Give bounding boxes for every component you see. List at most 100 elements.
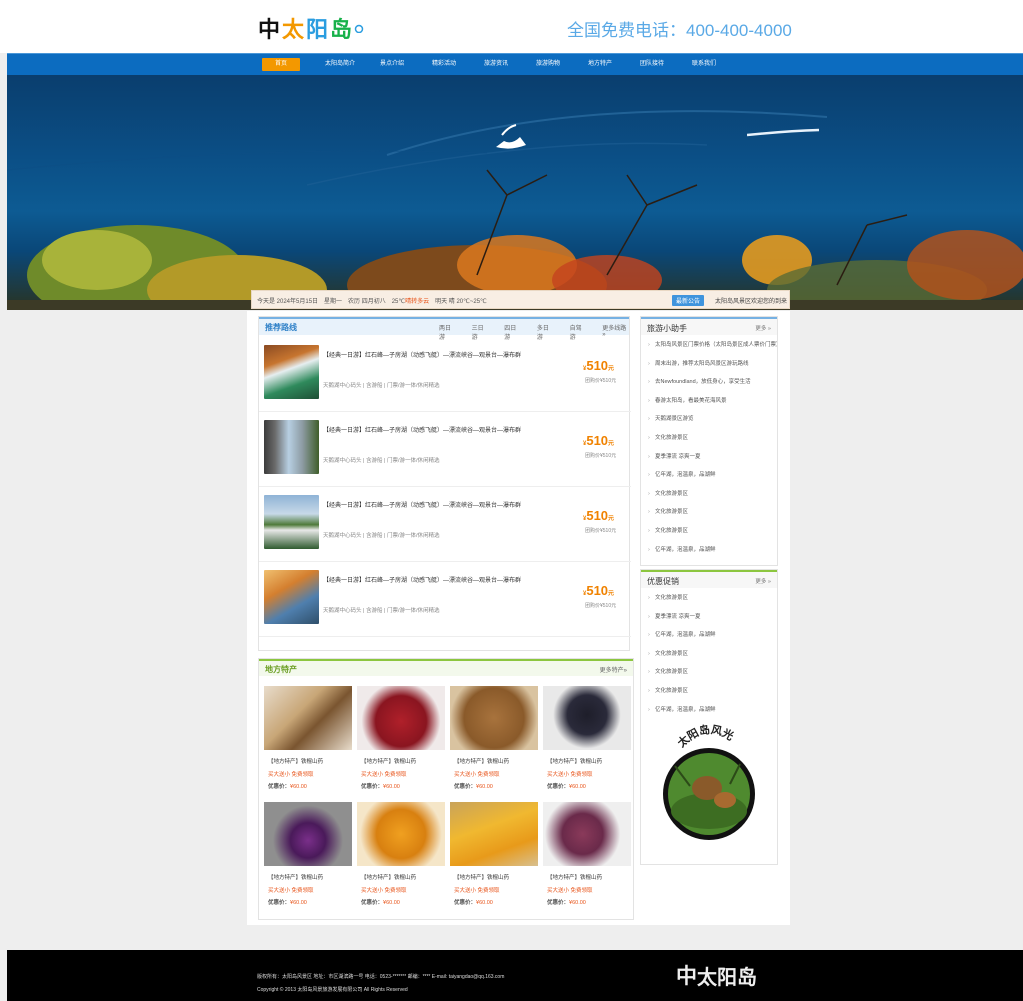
site-logo[interactable]: 中 太阳岛 [258, 8, 364, 48]
product-promo: 买大送小 免费领取 [454, 888, 500, 894]
product-card[interactable]: 【地方特产】铁棍山药 买大送小 免费领取 优惠价：¥60.00 [450, 802, 538, 915]
helper-list-item[interactable]: 文化旅游景区 [648, 507, 777, 526]
footer-logo[interactable]: 中 太阳岛 [676, 960, 757, 990]
route-price: ¥510元 [583, 433, 615, 448]
nav-item[interactable]: 地方特产 [574, 58, 626, 71]
product-price: 优惠价：¥60.00 [547, 900, 586, 906]
product-price: 优惠价：¥60.00 [361, 784, 400, 790]
nav-item[interactable]: 旅游购物 [522, 58, 574, 71]
product-name[interactable]: 【地方特产】铁棍山药 [268, 757, 323, 765]
product-price: 优惠价：¥60.00 [361, 900, 400, 906]
specialties-title: 地方特产 [265, 665, 297, 674]
helper-list-item[interactable]: 春游太阳岛，看最美花海风景 [648, 396, 777, 415]
product-price: 优惠价：¥60.00 [268, 900, 307, 906]
route-title[interactable]: 【经典一日游】红石峰—子房湖（动感飞艇）—漂流峡谷—观景台—瀑布群 [323, 350, 573, 359]
hero-banner [7, 75, 1023, 310]
route-price: ¥510元 [583, 358, 615, 373]
helper-list-item[interactable]: 文化旅游景区 [648, 489, 777, 508]
route-item[interactable]: 【经典一日游】红石峰—子房湖（动感飞艇）—漂流峡谷—观景台—瀑布群 天鹅湖中心码头… [259, 412, 631, 487]
product-card[interactable]: 【地方特产】铁棍山药 买大送小 免费领取 优惠价：¥60.00 [357, 686, 445, 799]
product-card[interactable]: 【地方特产】铁棍山药 买大送小 免费领取 优惠价：¥60.00 [450, 686, 538, 799]
nav-item[interactable]: 太阳岛简介 [314, 58, 366, 71]
route-price-note: 团购价¥510元 [585, 603, 617, 609]
helper-list-item[interactable]: 亿年湖，泡温泉，品湖鲜 [648, 470, 777, 489]
product-promo: 买大送小 免费领取 [454, 772, 500, 778]
route-price: ¥510元 [583, 508, 615, 523]
product-image[interactable] [357, 686, 445, 750]
scenery-seal-image[interactable]: 太阳岛风光 [655, 716, 763, 841]
product-card[interactable]: 【地方特产】铁棍山药 买大送小 免费领取 优惠价：¥60.00 [543, 686, 631, 799]
route-subtitle: 天鹅湖中心码头 | 含游船 | 门票/游一体/休闲精选 [323, 458, 440, 464]
promo-list-item[interactable]: 文化旅游景区 [648, 593, 777, 612]
product-name[interactable]: 【地方特产】铁棍山药 [454, 873, 509, 881]
route-item[interactable]: 【经典一日游】红石峰—子房湖（动感飞艇）—漂流峡谷—观景台—瀑布群 天鹅湖中心码头… [259, 562, 631, 637]
product-name[interactable]: 【地方特产】铁棍山药 [361, 757, 416, 765]
route-item[interactable]: 【经典一日游】红石峰—子房湖（动感飞艇）—漂流峡谷—观景台—瀑布群 天鹅湖中心码头… [259, 337, 631, 412]
nav-item[interactable]: 团队接待 [626, 58, 678, 71]
notice-message[interactable]: 太阳岛风景区欢迎您的到来 [715, 296, 787, 305]
product-card[interactable]: 【地方特产】铁棍山药 买大送小 免费领取 优惠价：¥60.00 [264, 802, 352, 915]
travel-helper: 旅游小助手 更多 » 太阳岛风景区门票价格（太阳岛景区成人票价门票）周末出游，推… [640, 316, 778, 566]
product-card[interactable]: 【地方特产】铁棍山药 买大送小 免费领取 优惠价：¥60.00 [264, 686, 352, 799]
helper-more-link[interactable]: 更多 » [755, 324, 771, 332]
product-image[interactable] [450, 802, 538, 866]
route-item[interactable]: 【经典一日游】红石峰—子房湖（动感飞艇）—漂流峡谷—观景台—瀑布群 天鹅湖中心码头… [259, 487, 631, 562]
product-name[interactable]: 【地方特产】铁棍山药 [268, 873, 323, 881]
route-subtitle: 天鹅湖中心码头 | 含游船 | 门票/游一体/休闲精选 [323, 608, 440, 614]
boat-icon [496, 124, 526, 149]
product-price: 优惠价：¥60.00 [454, 900, 493, 906]
main-content: 推荐路线 两日游 三日游 四日游 多日游 自驾游 更多线路 » 【经典一日游】红石峰—子房… [247, 311, 790, 925]
promo-list-item[interactable]: 文化旅游景区 [648, 667, 777, 686]
product-promo: 买大送小 免费领取 [268, 772, 314, 778]
helper-header: 旅游小助手 更多 » [641, 317, 777, 335]
route-thumbnail[interactable] [264, 495, 319, 549]
product-name[interactable]: 【地方特产】铁棍山药 [454, 757, 509, 765]
route-thumbnail[interactable] [264, 420, 319, 474]
helper-list-item[interactable]: 夏季漂流 凉爽一夏 [648, 452, 777, 471]
route-thumbnail[interactable] [264, 345, 319, 399]
route-title[interactable]: 【经典一日游】红石峰—子房湖（动感飞艇）—漂流峡谷—观景台—瀑布群 [323, 500, 573, 509]
route-title[interactable]: 【经典一日游】红石峰—子房湖（动感飞艇）—漂流峡谷—观景台—瀑布群 [323, 425, 573, 434]
promo-list-item[interactable]: 文化旅游景区 [648, 649, 777, 668]
route-thumbnail[interactable] [264, 570, 319, 624]
helper-list-item[interactable]: 周末出游，推荐太阳岛风景区游玩路线 [648, 359, 777, 378]
nav-item[interactable]: 首页 [262, 58, 300, 71]
route-title[interactable]: 【经典一日游】红石峰—子房湖（动感飞艇）—漂流峡谷—观景台—瀑布群 [323, 575, 573, 584]
promo-list-item[interactable]: 夏季漂流 凉爽一夏 [648, 612, 777, 631]
product-name[interactable]: 【地方特产】铁棍山药 [547, 873, 602, 881]
nav-item[interactable]: 联系我们 [678, 58, 730, 71]
helper-list-item[interactable]: 去Newfoundland，放低身心，享受生活 [648, 377, 777, 396]
promo-list-item[interactable]: 文化旅游景区 [648, 686, 777, 705]
product-image[interactable] [543, 802, 631, 866]
product-name[interactable]: 【地方特产】铁棍山药 [361, 873, 416, 881]
product-image[interactable] [543, 686, 631, 750]
product-price: 优惠价：¥60.00 [547, 784, 586, 790]
product-image[interactable] [264, 686, 352, 750]
route-price-note: 团购价¥510元 [585, 528, 617, 534]
helper-list-item[interactable]: 文化旅游景区 [648, 526, 777, 545]
product-card[interactable]: 【地方特产】铁棍山药 买大送小 免费领取 优惠价：¥60.00 [357, 802, 445, 915]
routes-header: 推荐路线 两日游 三日游 四日游 多日游 自驾游 更多线路 » [259, 317, 629, 341]
promo-list-item[interactable]: 亿年湖，泡温泉，品湖鲜 [648, 630, 777, 649]
nav-item[interactable]: 景点介绍 [366, 58, 418, 71]
product-promo: 买大送小 免费领取 [547, 772, 593, 778]
helper-title: 旅游小助手 [647, 324, 687, 333]
product-name[interactable]: 【地方特产】铁棍山药 [547, 757, 602, 765]
product-image[interactable] [450, 686, 538, 750]
helper-list-item[interactable]: 天鹅湖景区游览 [648, 414, 777, 433]
helper-list-item[interactable]: 文化旅游景区 [648, 433, 777, 452]
promo-header: 优惠促销 更多 » [641, 570, 777, 588]
promo-more-link[interactable]: 更多 » [755, 577, 771, 585]
specialties-more-link[interactable]: 更多特产» [600, 665, 627, 674]
nav-item[interactable]: 精彩活动 [418, 58, 470, 71]
product-image[interactable] [264, 802, 352, 866]
product-card[interactable]: 【地方特产】铁棍山药 买大送小 免费领取 优惠价：¥60.00 [543, 802, 631, 915]
nav-item[interactable]: 旅游资讯 [470, 58, 522, 71]
notice-bar: 今天是 2024年5月15日 星期一 农历 四月初八 25℃晴转多云 明天 晴 … [251, 290, 790, 309]
helper-list-item[interactable]: 太阳岛风景区门票价格（太阳岛景区成人票价门票） [648, 340, 777, 359]
product-image[interactable] [357, 802, 445, 866]
helper-list-item[interactable]: 亿年湖，泡温泉，品湖鲜 [648, 545, 777, 564]
recommended-routes: 推荐路线 两日游 三日游 四日游 多日游 自驾游 更多线路 » 【经典一日游】红石峰—子房… [258, 316, 631, 651]
product-promo: 买大送小 免费领取 [268, 888, 314, 894]
site-footer: 版权所有：太阳岛风景区 地址：市区湖滨路一号 电话：0523-******* 邮… [7, 950, 1023, 1001]
